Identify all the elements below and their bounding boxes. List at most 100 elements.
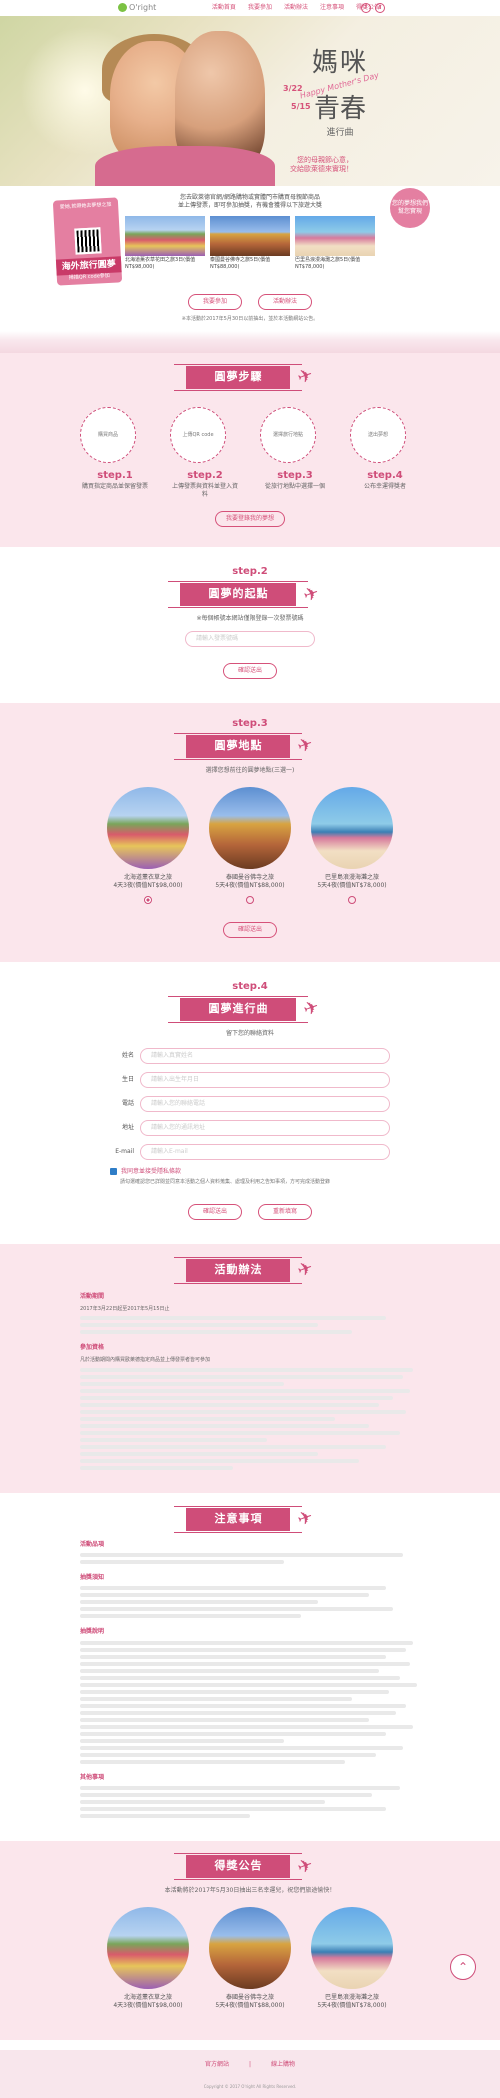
- section-ribbon-steps: 圓夢步驟: [174, 363, 303, 391]
- step-text: 公布幸運得獎者: [363, 482, 406, 490]
- step-text: 購買指定商品並保留發票: [81, 482, 148, 490]
- lavender-field-image: [107, 786, 189, 869]
- section-ribbon-step4: 圓夢進行曲: [168, 996, 309, 1023]
- rules-section: 活動辦法 ✈ 活動期間 2017年3月22日起至2017年5月15日止 參加資格…: [0, 1244, 500, 1493]
- brand-logo[interactable]: O'right: [118, 3, 156, 14]
- address-input[interactable]: 請輸入您的通訊地址: [140, 1119, 390, 1136]
- section-ribbon-rules: 活動辦法: [174, 1257, 303, 1284]
- invoice-number-input[interactable]: 請輸入發票號碼: [185, 630, 315, 647]
- register-dream-button[interactable]: 我要登錄我的夢想: [215, 511, 285, 528]
- footer-link-official[interactable]: 官方網站: [205, 2061, 229, 2069]
- promo-photo-caption: 泰國曼谷佛寺之旅5日(價值NT$88,000): [210, 256, 271, 270]
- winners-list: 北海道薰衣草之旅 4天3夜(價值NT$98,000) 泰國曼谷佛寺之旅 5天4夜…: [0, 1907, 500, 2010]
- step-text: 從旅行地點中選擇一個: [264, 482, 325, 490]
- join-button[interactable]: 我要參加: [188, 294, 242, 311]
- nav-link-home[interactable]: 活動首頁: [212, 4, 236, 12]
- winner-hokkaido: 北海道薰衣草之旅 4天3夜(價值NT$98,000): [107, 1907, 189, 2010]
- address-label: 地址: [121, 1123, 134, 1131]
- destination-bali[interactable]: 巴里島浪漫海灘之旅 5天4夜(價值NT$78,000): [311, 786, 393, 904]
- winners-desc: 本活動將於2017年5月30日抽出三名幸運兒，祝您們旅途愉快！: [164, 1886, 336, 1894]
- step-number: step.2: [187, 470, 223, 482]
- winners-section: 得獎公告 ✈ 本活動將於2017年5月30日抽出三名幸運兒，祝您們旅途愉快！ 北…: [0, 1840, 500, 2041]
- step4-submit-button[interactable]: 確認送出: [188, 1204, 242, 1221]
- step-number: step.4: [367, 470, 403, 482]
- rules-heading-eligibility: 參加資格: [80, 1344, 105, 1352]
- temple-image: [210, 215, 290, 256]
- form-row-birthday: 生日 請輸入出生年月日: [110, 1071, 390, 1088]
- promo-photo-caption: 北海道薰衣草花田之旅3日(價值NT$98,000): [125, 256, 196, 270]
- promo-photos: 北海道薰衣草花田之旅3日(價值NT$98,000) 泰國曼谷佛寺之旅5日(價值N…: [125, 215, 375, 271]
- footer-link-shop[interactable]: 線上購物: [271, 2061, 295, 2069]
- rules-text-period: 2017年3月22日起至2017年5月15日止: [80, 1305, 170, 1312]
- step-item: 上傳QR code step.2 上傳發票與資料並登入資料: [170, 407, 240, 499]
- logo-mark-icon: [118, 3, 127, 13]
- notice-heading-other: 其他事項: [80, 1773, 105, 1781]
- notice-heading-items: 活動品項: [80, 1541, 105, 1549]
- form-row-phone: 電話 請輸入您的聯絡電話: [110, 1095, 390, 1112]
- share-icon[interactable]: ⬆: [375, 3, 385, 13]
- step2-submit-button[interactable]: 確認送出: [223, 662, 277, 679]
- notice-heading-explain: 抽獎說明: [80, 1628, 105, 1636]
- email-label: E-mail: [115, 1147, 134, 1155]
- winner-price: 4天3夜(價值NT$98,000): [113, 2002, 183, 2010]
- nav-link-rules[interactable]: 活動辦法: [284, 4, 308, 12]
- destination-name: 北海道薰衣草之旅: [123, 873, 172, 881]
- phone-input[interactable]: 請輸入您的聯絡電話: [140, 1095, 390, 1112]
- skyline-divider: [0, 331, 500, 354]
- privacy-detail: 請勾選確認您已詳閱並同意本活動之個人資料蒐集、處理及利用之告知事項，方可完成活動…: [120, 1178, 331, 1185]
- step-circle: 送出夢想: [350, 407, 406, 464]
- nav-link-notice[interactable]: 注意事項: [320, 4, 344, 12]
- destination-options: 北海道薰衣草之旅 4天3夜(價值NT$98,000) 泰國曼谷佛寺之旅 5天4夜…: [0, 786, 500, 904]
- form-row-name: 姓名 請輸入真實姓名: [110, 1047, 390, 1064]
- lavender-field-image: [107, 1907, 189, 1990]
- form-row-email: E-mail 請輸入E-mail: [110, 1143, 390, 1160]
- beach-image: [311, 1907, 393, 1990]
- hero-title-line1: 媽咪: [311, 48, 368, 78]
- name-input[interactable]: 請輸入真實姓名: [140, 1047, 390, 1064]
- promo-stamp: 您的夢想我們幫您實現: [390, 188, 430, 228]
- winner-name: 泰國曼谷佛寺之旅: [225, 1994, 274, 2002]
- hero-shirt: [95, 146, 275, 186]
- step4-desc: 留下您的聯絡資料: [225, 1029, 274, 1037]
- qr-code-icon[interactable]: [73, 227, 102, 255]
- step3-submit-button[interactable]: 確認送出: [223, 921, 277, 938]
- step-circle: 選擇旅行地點: [260, 407, 316, 464]
- step4-section: step.4 圓夢進行曲 ✈ 留下您的聯絡資料 姓名 請輸入真實姓名 生日 請輸…: [0, 962, 500, 1244]
- top-nav: O'right 活動首頁 我要參加 活動辦法 注意事項 得獎公告 f ⬆: [0, 0, 500, 16]
- destination-bangkok[interactable]: 泰國曼谷佛寺之旅 5天4夜(價值NT$88,000): [209, 786, 291, 904]
- promo-photo-bali: 巴里島浪漫海灘之旅5日(價值NT$78,000): [295, 215, 375, 271]
- birthday-label: 生日: [121, 1075, 134, 1083]
- section-ribbon-winners: 得獎公告: [174, 1853, 303, 1881]
- step-text: 上傳發票與資料並登入資料: [171, 482, 238, 498]
- destination-hokkaido[interactable]: 北海道薰衣草之旅 4天3夜(價值NT$98,000): [107, 786, 189, 904]
- name-label: 姓名: [121, 1051, 134, 1059]
- step4-reset-button[interactable]: 重新填寫: [258, 1204, 312, 1221]
- hero-banner: 媽咪 Happy Mother's Day 青春 進行曲 3/22 5/15 您…: [0, 16, 500, 186]
- temple-image: [209, 786, 291, 869]
- destination-radio[interactable]: [144, 895, 152, 904]
- destination-radio[interactable]: [246, 895, 254, 904]
- privacy-consent[interactable]: 我同意並接受隱私條款: [110, 1167, 390, 1176]
- winner-price: 5天4夜(價值NT$78,000): [317, 2002, 387, 2010]
- email-input[interactable]: 請輸入E-mail: [140, 1143, 390, 1160]
- promo-section: 愛她,就帶她去夢想之旅 海外旅行圓夢 掃描QR code參加 您去歐萊德官網/網…: [0, 186, 500, 354]
- nav-link-join[interactable]: 我要參加: [248, 4, 272, 12]
- step-item: 選擇旅行地點 step.3 從旅行地點中選擇一個: [260, 407, 330, 499]
- destination-radio[interactable]: [348, 895, 356, 904]
- rules-button[interactable]: 活動辦法: [258, 294, 312, 311]
- privacy-checkbox[interactable]: [110, 1167, 117, 1175]
- birthday-input[interactable]: 請輸入出生年月日: [140, 1071, 390, 1088]
- promo-photo-caption: 巴里島浪漫海灘之旅5日(價值NT$78,000): [295, 256, 361, 270]
- step4-number: step.4: [232, 980, 268, 992]
- beach-image: [311, 786, 393, 869]
- facebook-icon[interactable]: f: [361, 3, 371, 13]
- privacy-label: 我同意並接受隱私條款: [121, 1167, 182, 1175]
- winner-bali: 巴里島浪漫海灘之旅 5天4夜(價值NT$78,000): [311, 1907, 393, 2010]
- section-ribbon-notice: 注意事項: [174, 1505, 303, 1533]
- hero-tagline-line2: 交給歐萊德來實現！: [290, 165, 353, 174]
- form-row-address: 地址 請輸入您的通訊地址: [110, 1119, 390, 1136]
- nav-links: 活動首頁 我要參加 活動辦法 注意事項 得獎公告: [212, 4, 380, 12]
- destination-price: 4天3夜(價值NT$98,000): [113, 881, 183, 889]
- footer: 官方網站 | 線上購物: [0, 2050, 500, 2081]
- step-number: step.1: [97, 470, 133, 482]
